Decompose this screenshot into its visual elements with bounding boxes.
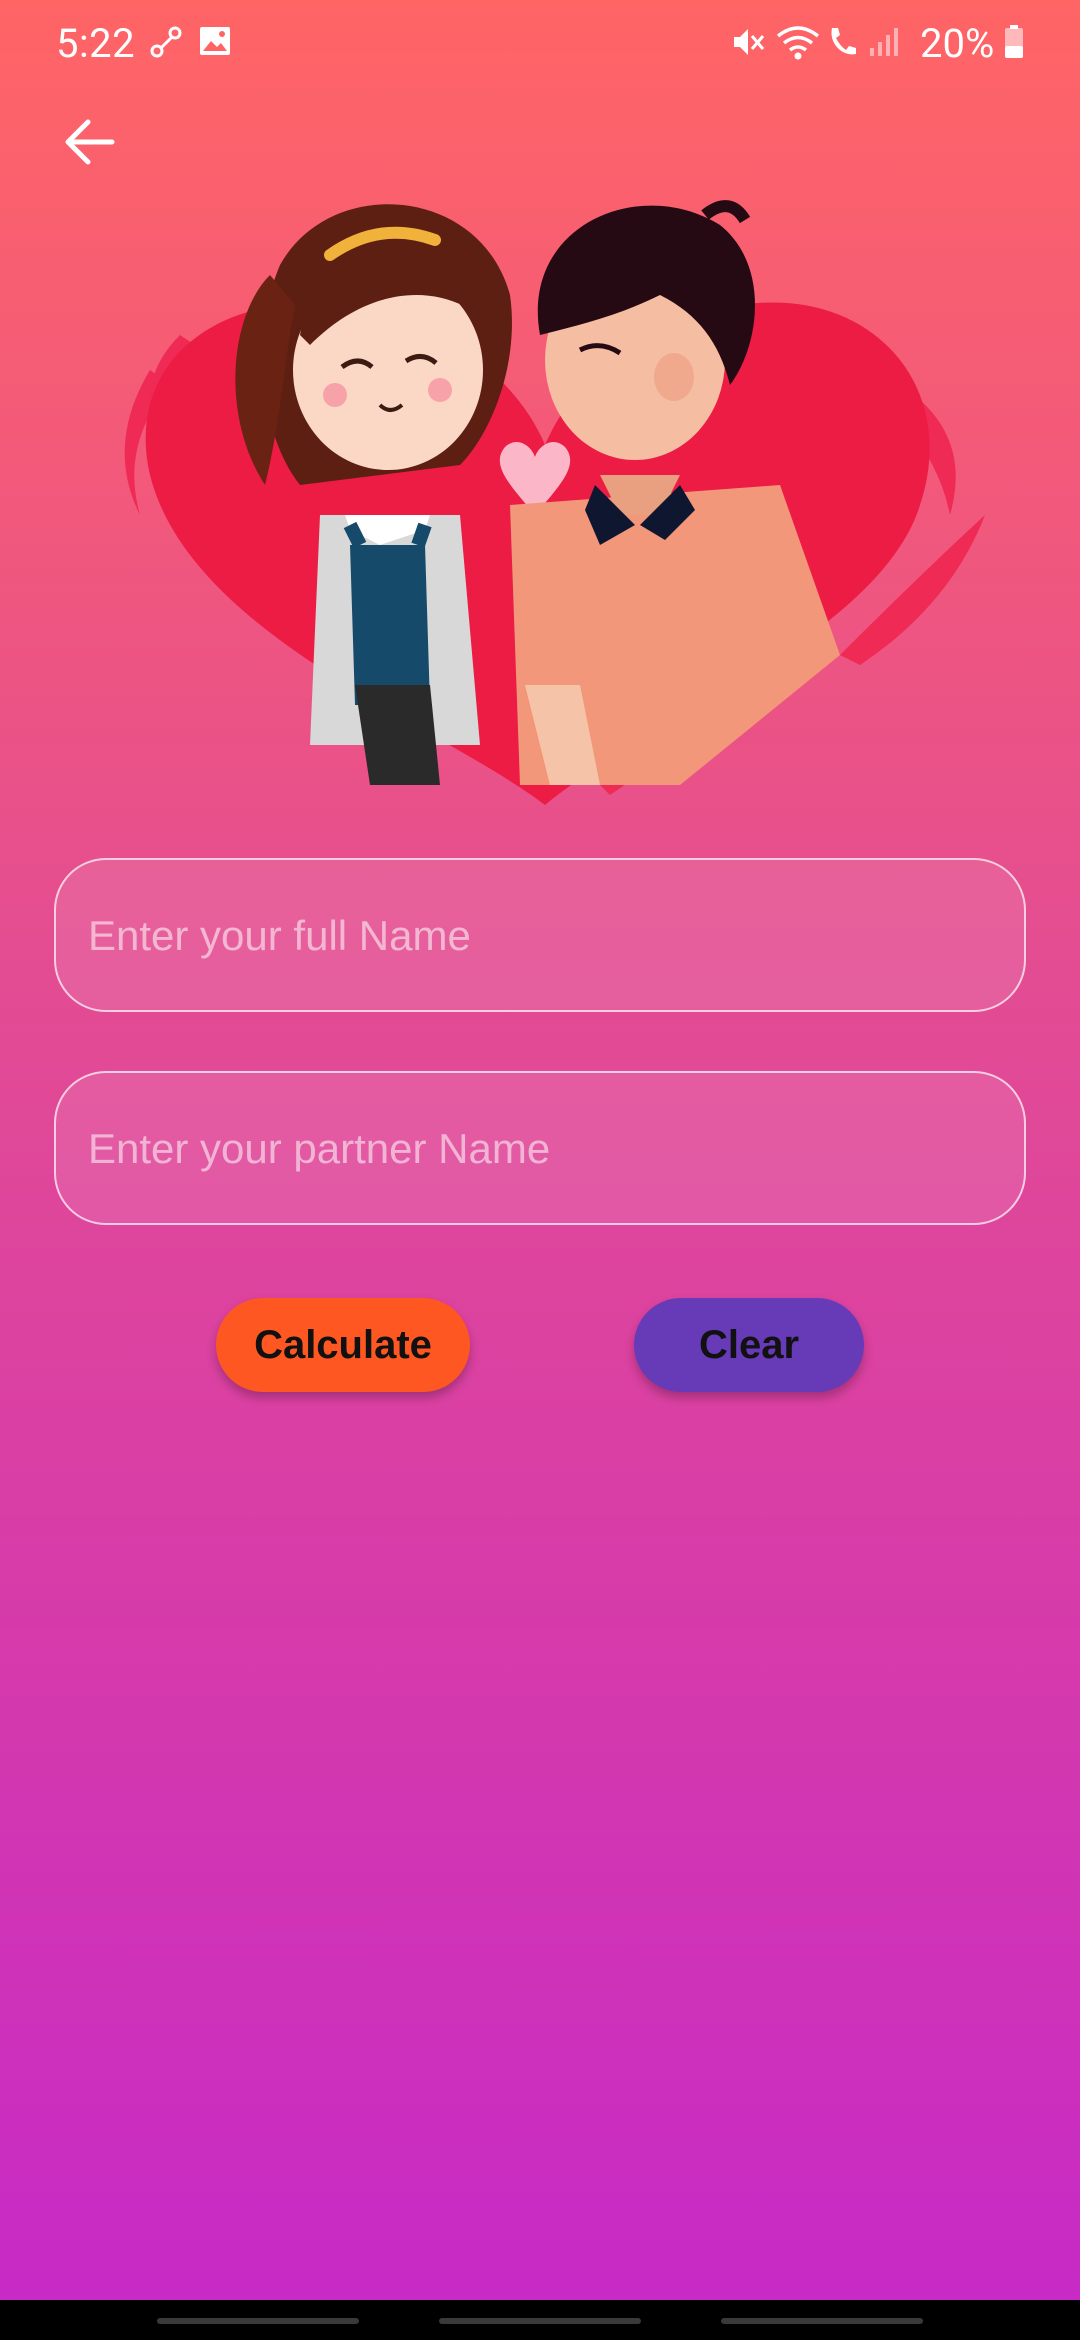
full-name-input[interactable] <box>86 860 990 1012</box>
partner-name-input[interactable] <box>86 1073 990 1225</box>
full-name-field[interactable] <box>54 858 1026 1012</box>
arrow-left-icon <box>65 119 115 165</box>
calculate-button[interactable]: Calculate <box>216 1298 470 1392</box>
status-time: 5:22 <box>56 20 136 67</box>
back-button[interactable] <box>58 114 122 170</box>
nav-recents-handle[interactable] <box>157 2318 359 2324</box>
mute-icon <box>734 29 765 55</box>
image-icon <box>200 27 230 55</box>
status-bar: 5:22 20% <box>0 0 1080 86</box>
wifi-call-icon <box>831 28 856 55</box>
partner-name-field[interactable] <box>54 1071 1026 1225</box>
battery-icon <box>1005 25 1023 58</box>
nav-home-handle[interactable] <box>439 2318 641 2324</box>
couple-heart-illustration <box>124 200 985 805</box>
nav-back-handle[interactable] <box>721 2318 923 2324</box>
navigation-bar <box>0 2300 1080 2340</box>
wifi-icon <box>776 26 820 60</box>
link-icon <box>150 26 182 58</box>
battery-percent: 20% <box>920 20 995 67</box>
signal-icon <box>870 28 898 56</box>
clear-button[interactable]: Clear <box>634 1298 864 1392</box>
